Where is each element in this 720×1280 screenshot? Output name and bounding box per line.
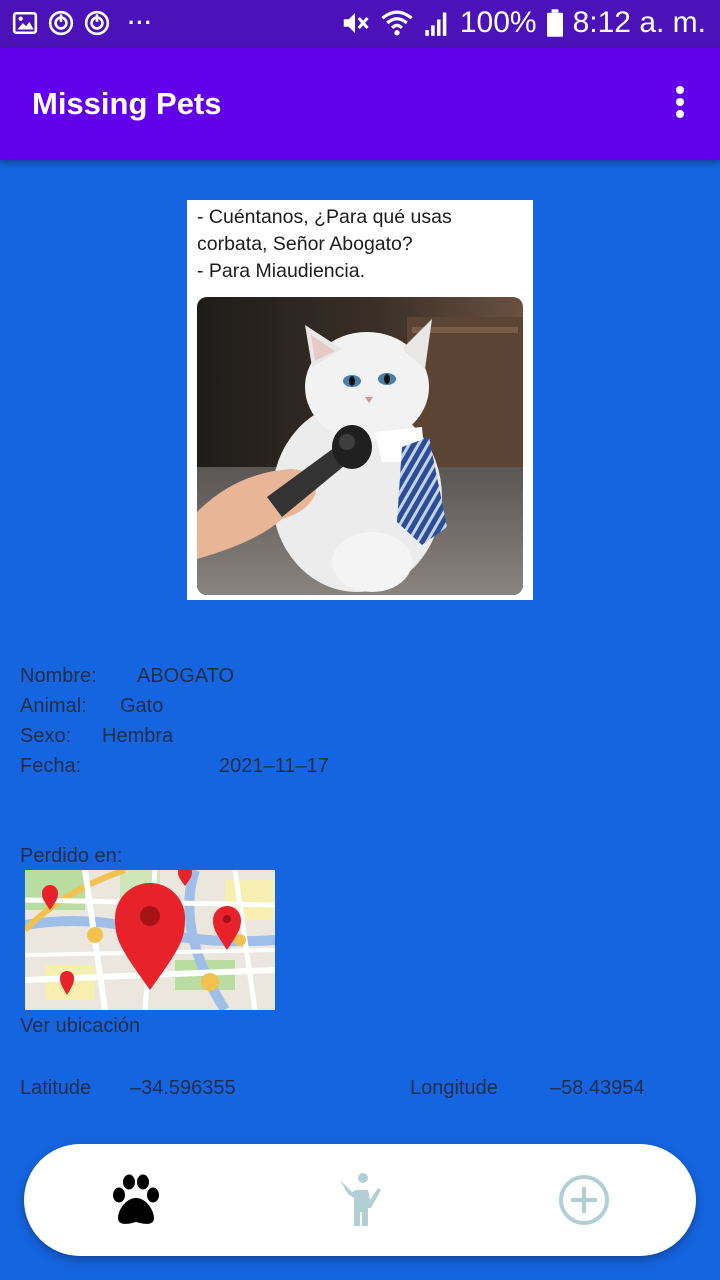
notification-icons: ··· [12, 10, 153, 36]
date-row: Fecha: 2021–11–17 [20, 755, 420, 781]
add-circle-icon [559, 1175, 609, 1225]
longitude-value: –58.43954 [550, 1077, 645, 1099]
battery-icon [546, 9, 563, 37]
cat-photo [197, 297, 523, 595]
lost-at-heading: Perdido en: [20, 845, 320, 871]
image-notification-icon [12, 11, 38, 35]
system-icons: 100% 8:12 a. m. [340, 6, 706, 40]
person-icon [340, 1173, 381, 1226]
map-thumbnail[interactable] [25, 870, 275, 1010]
sync-notification-icon-2 [84, 10, 110, 36]
latitude-value: –34.596355 [130, 1077, 236, 1099]
meme-caption-line: - Para Miaudiencia. [197, 260, 365, 282]
clock: 8:12 a. m. [572, 6, 706, 39]
nav-missing-pets[interactable] [106, 1170, 166, 1230]
nav-add-pet[interactable] [554, 1170, 614, 1230]
sex-value: Hembra [102, 725, 174, 747]
bottom-navigation [24, 1144, 696, 1256]
battery-percent: 100% [459, 6, 537, 39]
name-label: Nombre: [20, 665, 97, 687]
app-bar: Missing Pets [0, 48, 720, 160]
meme-caption-line: - Cuéntanos, ¿Para qué usas [197, 206, 452, 228]
overflow-menu-icon[interactable] [668, 86, 692, 122]
coordinates-row: Latitude –34.596355 Longitude –58.43954 [20, 1077, 700, 1103]
name-row: Nombre: ABOGATO [20, 665, 420, 691]
longitude-label: Longitude [410, 1077, 498, 1099]
animal-value: Gato [120, 695, 164, 717]
view-location-link[interactable]: Ver ubicación [20, 1015, 140, 1038]
mute-icon [343, 13, 369, 33]
animal-label: Animal: [20, 695, 87, 717]
paw-icon [113, 1174, 159, 1224]
nav-found-person[interactable] [330, 1170, 390, 1230]
animal-row: Animal: Gato [20, 695, 420, 721]
more-notifications-icon: ··· [128, 10, 153, 35]
name-value: ABOGATO [137, 665, 235, 687]
meme-caption-line: corbata, Señor Abogato? [197, 233, 413, 255]
sex-label: Sexo: [20, 725, 72, 747]
date-value: 2021–11–17 [219, 755, 329, 777]
view-location-row[interactable]: Ver ubicación [20, 1015, 320, 1041]
status-bar: ··· 100% 8:12 a. m. [0, 0, 720, 48]
wifi-icon [381, 10, 413, 36]
signal-icon [425, 12, 447, 36]
meme-caption: - Cuéntanos, ¿Para qué usas corbata, Señ… [197, 204, 527, 285]
sync-notification-icon [48, 10, 74, 36]
latitude-label: Latitude [20, 1077, 92, 1099]
date-label: Fecha: [20, 755, 82, 777]
sex-row: Sexo: Hembra [20, 725, 420, 751]
app-title: Missing Pets [32, 86, 222, 121]
lost-at-label: Perdido en: [20, 845, 123, 867]
pet-photo: - Cuéntanos, ¿Para qué usas corbata, Señ… [187, 200, 533, 600]
